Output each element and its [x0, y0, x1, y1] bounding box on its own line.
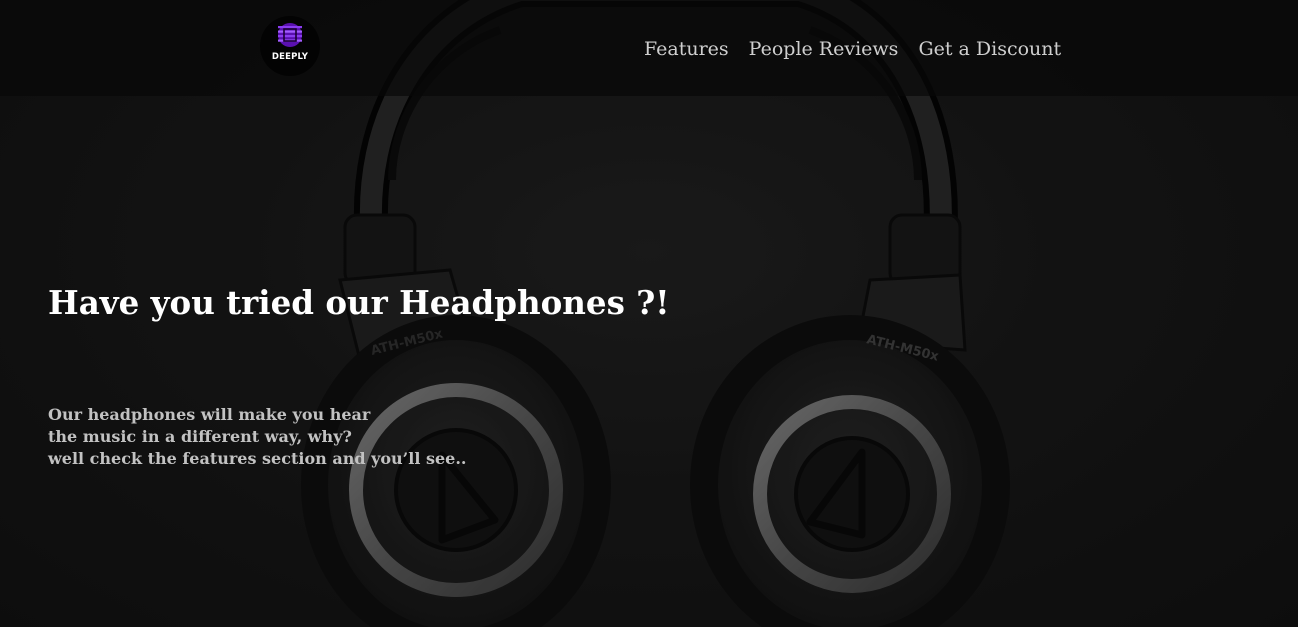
hero-description-line-3: well check the features section and you’…: [48, 449, 467, 468]
brand-logo[interactable]: DEEPLY: [260, 16, 320, 76]
brand-logo-text: DEEPLY: [271, 52, 309, 62]
hero-description-line-1: Our headphones will make you hear: [48, 405, 371, 424]
striped-orb-logo-icon: [278, 23, 302, 47]
main-navigation: Features People Reviews Get a Discount: [644, 36, 1061, 62]
nav-link-get-a-discount[interactable]: Get a Discount: [918, 36, 1061, 62]
landing-page: ATH-M50x ATH-M50x DEEPLY Features People…: [0, 0, 1298, 627]
top-navbar: DEEPLY Features People Reviews Get a Dis…: [0, 0, 1298, 96]
nav-link-people-reviews[interactable]: People Reviews: [749, 36, 899, 62]
nav-link-features[interactable]: Features: [644, 36, 729, 62]
hero-description: Our headphones will make you hear the mu…: [48, 404, 466, 470]
hero-title: Have you tried our Headphones ?!: [48, 283, 670, 322]
hero-description-line-2: the music in a different way, why?: [48, 427, 352, 446]
